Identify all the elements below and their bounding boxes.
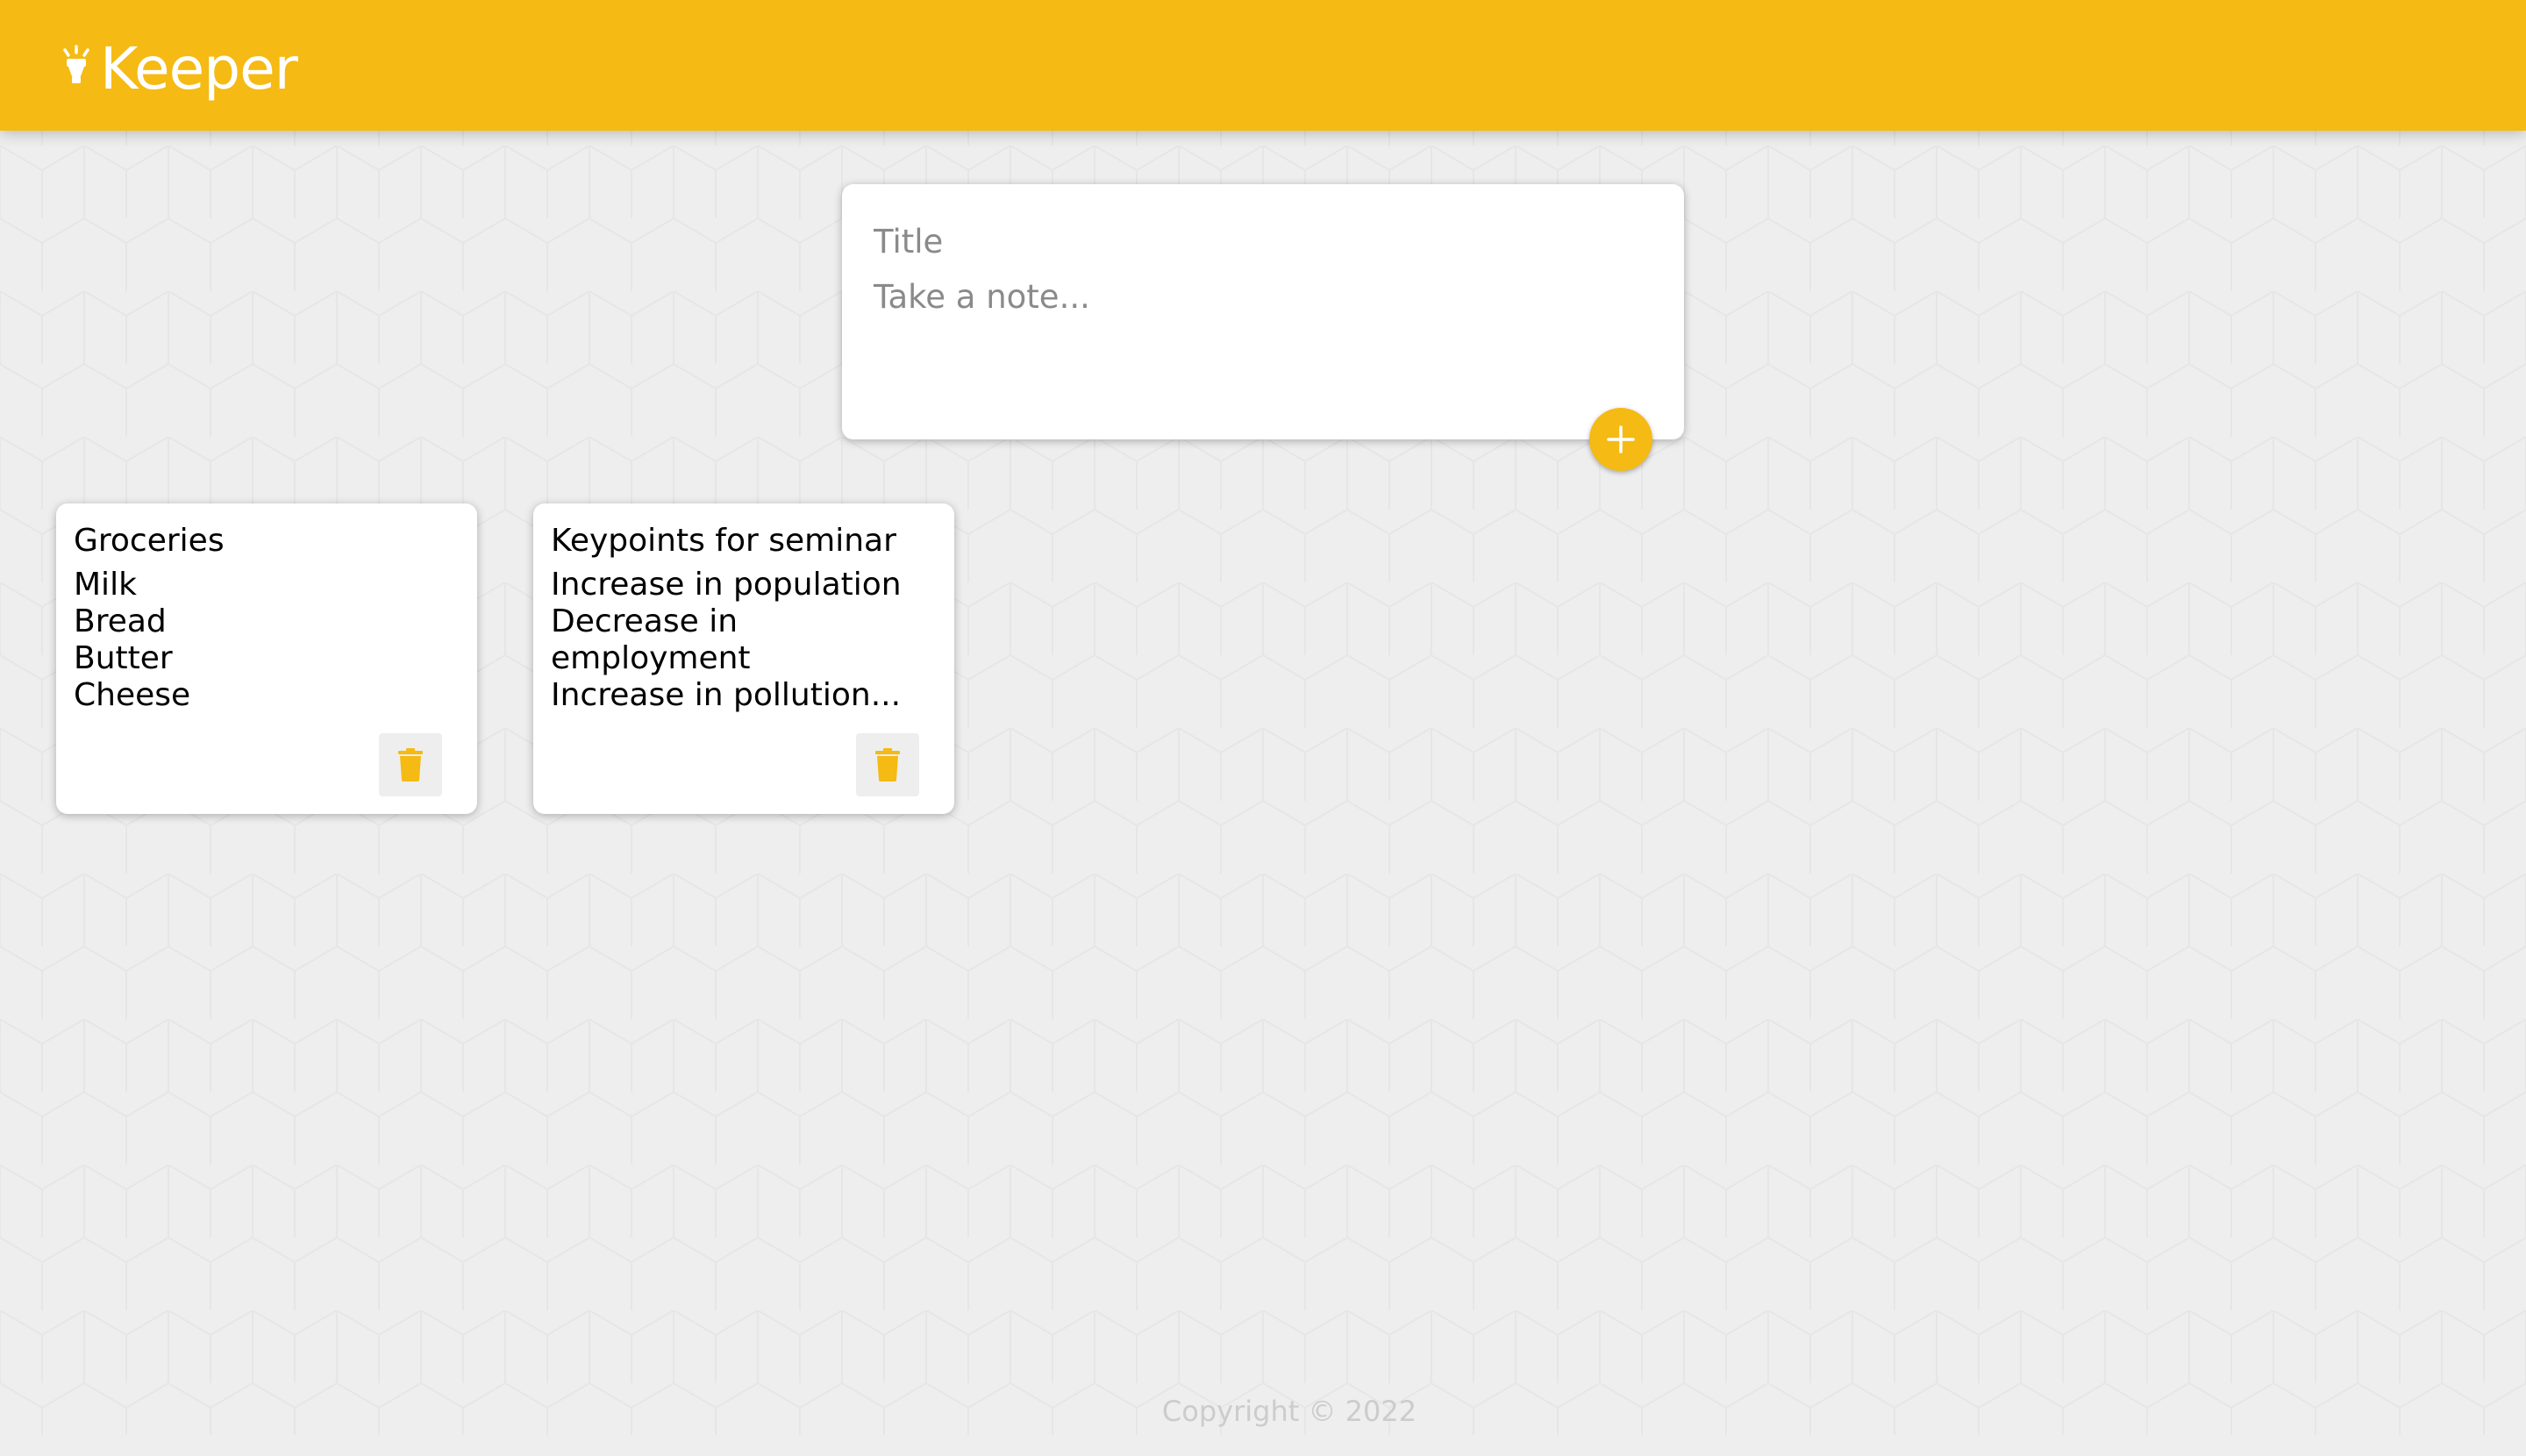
note-content: Milk Bread Butter Cheese bbox=[74, 567, 191, 713]
delete-note-button[interactable] bbox=[379, 733, 442, 796]
note-content-input[interactable] bbox=[874, 275, 1645, 407]
note-card: Keypoints for seminar Increase in popula… bbox=[533, 503, 954, 814]
add-note-button[interactable] bbox=[1589, 408, 1652, 471]
note-card: Groceries Milk Bread Butter Cheese bbox=[56, 503, 477, 814]
app-logo[interactable]: Keeper bbox=[60, 32, 298, 103]
footer: Copyright © 2022 bbox=[0, 1367, 2526, 1456]
app-header: Keeper bbox=[0, 0, 2526, 131]
note-content: Increase in population Decrease in emplo… bbox=[551, 567, 902, 713]
trash-icon bbox=[398, 748, 423, 782]
delete-note-button[interactable] bbox=[856, 733, 919, 796]
lightbulb-icon bbox=[63, 45, 89, 83]
copyright-text: Copyright © 2022 bbox=[1161, 1395, 1417, 1428]
plus-icon bbox=[1607, 425, 1635, 453]
app-title: Keeper bbox=[100, 35, 298, 103]
note-title: Groceries bbox=[74, 523, 225, 559]
create-note-form bbox=[842, 184, 1684, 439]
note-title-input[interactable] bbox=[874, 219, 1645, 263]
note-title: Keypoints for seminar bbox=[551, 523, 896, 559]
trash-icon bbox=[875, 748, 900, 782]
